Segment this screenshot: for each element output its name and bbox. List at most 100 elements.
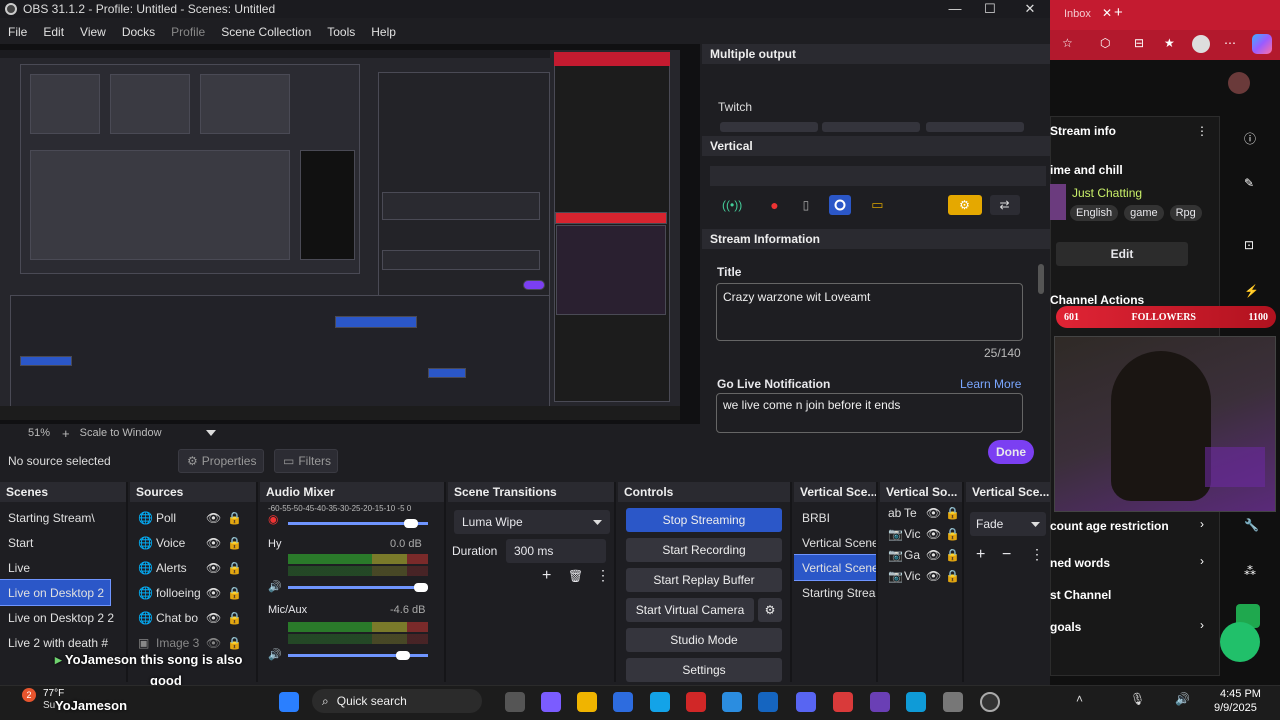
copilot-icon[interactable]	[1252, 34, 1272, 54]
add-button[interactable]: +	[976, 546, 985, 564]
vertical-scene-item[interactable]: BRBI	[794, 505, 876, 530]
volume-icon[interactable]: 🔊	[1175, 692, 1190, 706]
visual-studio-icon[interactable]	[870, 692, 890, 712]
start-recording-button[interactable]: Start Recording	[626, 538, 782, 562]
channel-avatar[interactable]	[1228, 72, 1250, 94]
filters-button[interactable]: ▭ Filters	[274, 449, 338, 473]
visibility-eye-icon[interactable]: 👁	[206, 511, 221, 525]
recorder-app-icon[interactable]	[833, 692, 853, 712]
lock-icon[interactable]: 🔒	[945, 527, 960, 541]
settings-button[interactable]: Settings	[626, 658, 782, 682]
source-item[interactable]: 🌐 Voice 👁 🔒	[130, 530, 256, 555]
clock-time[interactable]: 4:45 PM	[1220, 688, 1261, 700]
profile-avatar[interactable]	[1192, 35, 1210, 53]
tray-chevron-icon[interactable]: ˄	[1076, 692, 1083, 706]
lightning-icon[interactable]: ⚡	[1244, 284, 1259, 298]
pencil-icon[interactable]: ✎	[1244, 176, 1254, 190]
virtual-cam-button[interactable]	[829, 195, 852, 215]
properties-button[interactable]: ⚙ Properties	[178, 449, 264, 473]
title-input[interactable]: Crazy warzone wit Loveamt	[716, 283, 1023, 341]
maximize-button[interactable]: ☐	[970, 0, 1010, 18]
done-button[interactable]: Done	[988, 440, 1034, 464]
visibility-eye-icon[interactable]: 👁	[206, 561, 221, 575]
lock-icon[interactable]: 🔒	[227, 636, 242, 650]
close-tab-icon[interactable]: ✕	[1102, 6, 1112, 20]
studio-mode-icon[interactable]: ▭	[871, 197, 883, 213]
studio-mode-button[interactable]: Studio Mode	[626, 628, 782, 652]
split-screen-icon[interactable]: ⊟	[1134, 36, 1144, 50]
edit-stream-info-button[interactable]: Edit	[1056, 242, 1188, 266]
tag-chip[interactable]: game	[1124, 205, 1164, 221]
vertical-source-item[interactable]: 📷 Vic 👁 🔒	[880, 565, 962, 586]
visibility-eye-icon[interactable]: 👁	[926, 569, 941, 583]
speaker-icon[interactable]: 🔊	[268, 648, 282, 661]
stream-status-icon[interactable]: ((•))	[722, 198, 742, 212]
volume-knob[interactable]	[414, 583, 428, 592]
vertical-source-item[interactable]: 📷 Vic 👁 🔒	[880, 523, 962, 544]
volume-knob[interactable]	[404, 519, 419, 528]
close-button[interactable]: ✕	[1010, 0, 1050, 18]
chat-fab-button[interactable]	[1220, 622, 1260, 662]
stop-streaming-button[interactable]: Stop Streaming	[626, 508, 782, 532]
task-view-icon[interactable]	[505, 692, 525, 712]
scene-item[interactable]: Live on Desktop 2 2	[0, 605, 126, 630]
source-item[interactable]: 🌐 folloeing 👁 🔒	[130, 580, 256, 605]
chevron-right-icon[interactable]: ›	[1200, 517, 1204, 531]
menu-scene-collection[interactable]: Scene Collection	[213, 25, 319, 39]
menu-view[interactable]: View	[72, 25, 114, 39]
clock-date[interactable]: 9/9/2025	[1214, 702, 1257, 714]
duration-input[interactable]: 300 ms	[506, 539, 606, 563]
lock-icon[interactable]: 🔒	[227, 511, 242, 525]
edge-icon[interactable]	[906, 692, 926, 712]
vertical-scene-item[interactable]: Vertical Scene	[794, 530, 876, 555]
discord-icon[interactable]	[796, 692, 816, 712]
search-box[interactable]: ⌕ Quick search	[312, 689, 482, 713]
chevron-down-icon[interactable]	[205, 430, 216, 436]
lock-icon[interactable]: 🔒	[945, 506, 960, 520]
share-icon[interactable]: ⇄	[989, 195, 1020, 215]
stream-info-more-icon[interactable]: ⋮	[1196, 124, 1208, 138]
lock-icon[interactable]: 🔒	[945, 569, 960, 583]
lock-icon[interactable]: 🔒	[227, 611, 242, 625]
setting-row[interactable]: goals	[1050, 620, 1081, 634]
vertical-source-item[interactable]: 📷 Ga 👁 🔒	[880, 544, 962, 565]
visibility-eye-icon[interactable]: 👁	[206, 611, 221, 625]
preview-canvas[interactable]	[0, 44, 700, 424]
speaker-icon[interactable]: 🔊	[268, 580, 282, 593]
vertical-scene-item-selected[interactable]: Vertical Scene	[794, 554, 876, 581]
minimize-button[interactable]: —	[935, 0, 975, 18]
chevron-right-icon[interactable]: ›	[1200, 618, 1204, 632]
menu-tools[interactable]: Tools	[319, 25, 363, 39]
learn-more-link[interactable]: Learn More	[960, 377, 1021, 391]
nodes-icon[interactable]: ⁂	[1244, 564, 1256, 578]
zoom-level[interactable]: 51%	[28, 427, 50, 439]
tool-app-icon[interactable]	[722, 692, 742, 712]
visibility-eye-icon[interactable]: 👁	[206, 586, 221, 600]
menu-file[interactable]: File	[0, 25, 35, 39]
lock-icon[interactable]: 🔒	[227, 561, 242, 575]
setting-row[interactable]: count age restriction	[1050, 519, 1169, 533]
category-link[interactable]: Just Chatting	[1072, 186, 1142, 200]
lock-icon[interactable]: 🔒	[227, 536, 242, 550]
lock-icon[interactable]: 🔒	[227, 586, 242, 600]
menu-edit[interactable]: Edit	[35, 25, 72, 39]
zoom-in-button[interactable]: +	[62, 426, 70, 441]
visibility-eye-icon[interactable]: 👁	[206, 636, 221, 650]
virtual-camera-settings-gear-icon[interactable]: ⚙	[758, 598, 782, 622]
browser-tab[interactable]: Inbox	[1064, 8, 1091, 20]
app-l-icon[interactable]	[650, 692, 670, 712]
camera-icon[interactable]: ⊡	[1244, 238, 1254, 252]
lock-icon[interactable]: 🔒	[945, 548, 960, 562]
scene-item[interactable]: Starting Stream\	[0, 505, 126, 530]
windows-start-icon[interactable]	[279, 692, 299, 712]
scene-item[interactable]: Start	[0, 530, 126, 555]
source-item[interactable]: 🌐 Chat bo 👁 🔒	[130, 605, 256, 630]
chevron-right-icon[interactable]: ›	[1200, 554, 1204, 568]
transition-select[interactable]: Luma Wipe	[454, 510, 610, 534]
microphone-icon[interactable]: 🎙	[1130, 692, 1145, 706]
volume-knob[interactable]	[395, 651, 410, 660]
source-item[interactable]: 🌐 Alerts 👁 🔒	[130, 555, 256, 580]
new-tab-icon[interactable]: +	[1114, 4, 1123, 21]
info-icon[interactable]: ⓘ	[1244, 130, 1256, 147]
scene-item-selected[interactable]: Live on Desktop 2	[0, 579, 111, 606]
